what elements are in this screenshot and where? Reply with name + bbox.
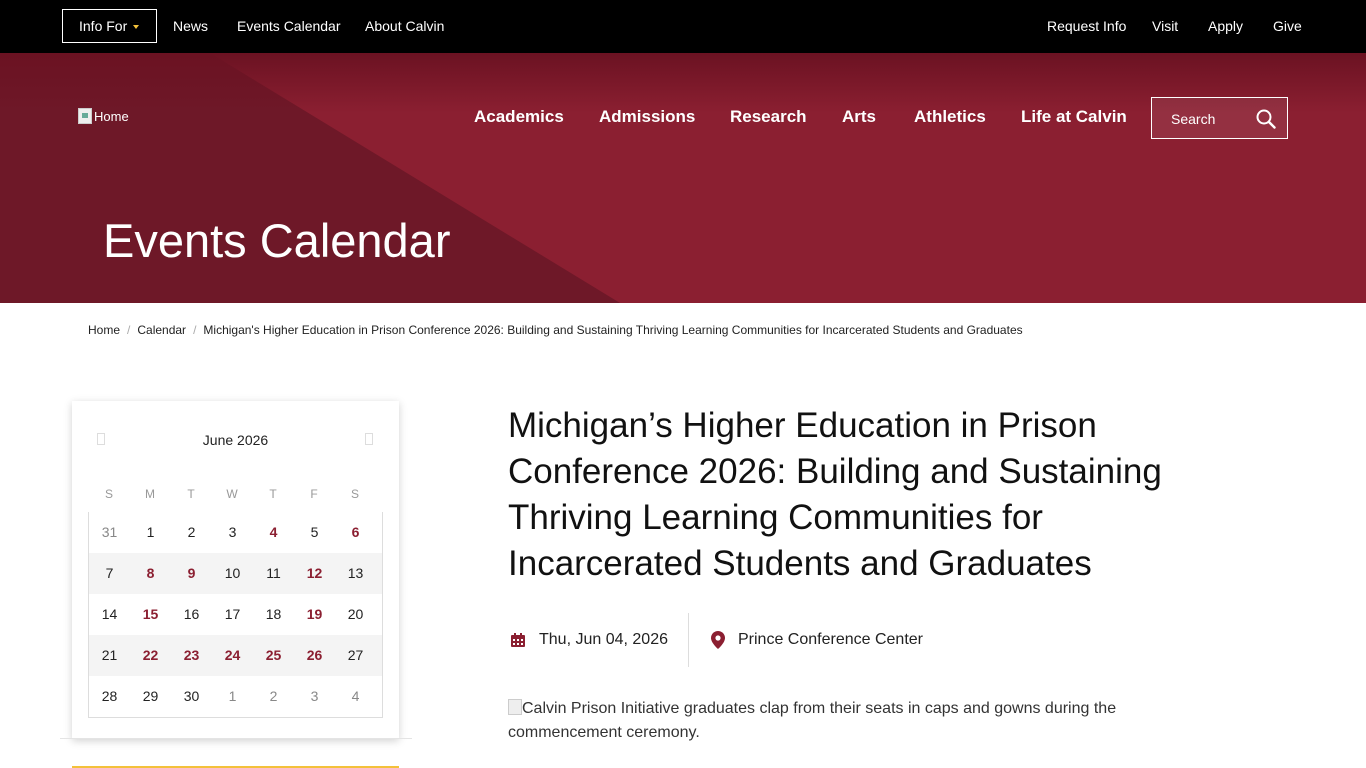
calendar-week-row: 7 8 9 10 11 12 13 [89, 553, 382, 594]
calendar-grid: 31 1 2 3 4 5 6 7 8 9 10 11 12 13 14 15 16 17 18 19 20 21 22 23 2… [88, 512, 383, 718]
calendar-day[interactable]: 2 [253, 688, 294, 704]
calendar-day[interactable]: 20 [335, 606, 376, 622]
utility-link-visit[interactable]: Visit [1152, 18, 1178, 34]
calendar-day[interactable]: 11 [253, 565, 294, 581]
search-icon[interactable] [1256, 109, 1276, 129]
utility-link-news[interactable]: News [173, 18, 208, 34]
breadcrumb-home[interactable]: Home [88, 323, 120, 337]
calendar-day[interactable]: 30 [171, 688, 212, 704]
calendar-day[interactable]: 16 [171, 606, 212, 622]
nav-arts[interactable]: Arts [842, 107, 876, 127]
calendar-day[interactable]: 14 [89, 606, 130, 622]
calendar-day[interactable]: 1 [130, 524, 171, 540]
weekday-label: T [187, 487, 195, 501]
page-title: Events Calendar [103, 214, 451, 267]
calendar-day[interactable]: 17 [212, 606, 253, 622]
calendar-day[interactable]: 1 [212, 688, 253, 704]
broken-image-icon [78, 108, 92, 124]
event-date-text: Thu, Jun 04, 2026 [539, 631, 668, 648]
event-location: Prince Conference Center [711, 613, 923, 667]
utility-link-events-calendar[interactable]: Events Calendar [237, 18, 341, 34]
event-date: Thu, Jun 04, 2026 [510, 613, 668, 667]
calendar-week-row: 31 1 2 3 4 5 6 [89, 512, 382, 553]
home-logo-link[interactable]: Home [78, 108, 129, 124]
next-month-icon[interactable] [365, 433, 373, 445]
calendar-day-with-event[interactable]: 22 [130, 647, 171, 663]
broken-image-icon [508, 699, 522, 715]
mini-calendar: June 2026 31 1 2 3 4 5 6 7 8 9 10 11 12 13 14 15 16 17 18 1… [72, 401, 399, 739]
utility-link-about-calvin[interactable]: About Calvin [365, 18, 444, 34]
calendar-month-label: June 2026 [202, 432, 269, 448]
calendar-day-with-event[interactable]: 26 [294, 647, 335, 663]
calendar-day[interactable]: 3 [212, 524, 253, 540]
breadcrumb: Home / Calendar / Michigan's Higher Educatio… [88, 323, 1023, 337]
nav-athletics[interactable]: Athletics [914, 107, 986, 127]
calendar-day[interactable]: 21 [89, 647, 130, 663]
calendar-icon [510, 632, 526, 648]
weekday-label: F [310, 487, 318, 501]
calendar-day-with-event[interactable]: 19 [294, 606, 335, 622]
map-pin-icon [711, 631, 725, 649]
calendar-day[interactable]: 13 [335, 565, 376, 581]
meta-divider [688, 613, 689, 667]
nav-life-at-calvin[interactable]: Life at Calvin [1021, 107, 1127, 127]
calendar-day-with-event[interactable]: 4 [253, 524, 294, 540]
search-box[interactable]: Search [1151, 97, 1288, 139]
weekday-label: S [104, 487, 113, 501]
hero-banner: Home Academics Admissions Research Arts … [0, 53, 1366, 303]
calendar-day-with-event[interactable]: 6 [335, 524, 376, 540]
utility-bar: Info For News Events Calendar About Calv… [0, 0, 1366, 53]
calendar-week-row: 14 15 16 17 18 19 20 [89, 594, 382, 635]
weekday-label: M [145, 487, 155, 501]
home-logo-alt: Home [94, 108, 129, 124]
calendar-day-with-event[interactable]: 23 [171, 647, 212, 663]
calendar-week-row: 21 22 23 24 25 26 27 [89, 635, 382, 676]
chevron-down-icon [133, 25, 139, 29]
event-image: Calvin Prison Initiative graduates clap … [508, 697, 1148, 745]
calendar-day[interactable]: 7 [89, 565, 130, 581]
calendar-day[interactable]: 29 [130, 688, 171, 704]
calendar-day[interactable]: 2 [171, 524, 212, 540]
search-placeholder: Search [1171, 111, 1216, 127]
calendar-day[interactable]: 31 [89, 524, 130, 540]
weekday-label: W [226, 487, 238, 501]
event-image-alt: Calvin Prison Initiative graduates clap … [508, 700, 1117, 741]
calendar-day[interactable]: 10 [212, 565, 253, 581]
calendar-day-with-event[interactable]: 24 [212, 647, 253, 663]
calendar-day-with-event[interactable]: 25 [253, 647, 294, 663]
calendar-day[interactable]: 27 [335, 647, 376, 663]
event-location-text: Prince Conference Center [738, 631, 923, 648]
calendar-day[interactable]: 28 [89, 688, 130, 704]
nav-research[interactable]: Research [730, 107, 807, 127]
calendar-day-with-event[interactable]: 9 [171, 565, 212, 581]
breadcrumb-calendar[interactable]: Calendar [137, 323, 186, 337]
breadcrumb-separator: / [127, 323, 131, 337]
breadcrumb-separator: / [193, 323, 197, 337]
calendar-day[interactable]: 3 [294, 688, 335, 704]
calendar-day[interactable]: 4 [335, 688, 376, 704]
calendar-day-with-event[interactable]: 12 [294, 565, 335, 581]
utility-link-request-info[interactable]: Request Info [1047, 18, 1126, 34]
calendar-day[interactable]: 5 [294, 524, 335, 540]
divider [60, 738, 412, 739]
weekday-label: S [350, 487, 359, 501]
weekday-label: T [269, 487, 277, 501]
calendar-day-with-event[interactable]: 15 [130, 606, 171, 622]
calendar-day[interactable]: 18 [253, 606, 294, 622]
info-for-dropdown[interactable]: Info For [62, 9, 157, 43]
event-title: Michigan’s Higher Education in Prison Co… [508, 406, 1162, 583]
nav-academics[interactable]: Academics [474, 107, 564, 127]
breadcrumb-current: Michigan's Higher Education in Prison Co… [203, 323, 1023, 337]
utility-link-apply[interactable]: Apply [1208, 18, 1243, 34]
info-for-label: Info For [79, 18, 128, 34]
nav-admissions[interactable]: Admissions [599, 107, 695, 127]
calendar-week-row: 28 29 30 1 2 3 4 [89, 676, 382, 717]
utility-link-give[interactable]: Give [1273, 18, 1302, 34]
calendar-day-with-event[interactable]: 8 [130, 565, 171, 581]
